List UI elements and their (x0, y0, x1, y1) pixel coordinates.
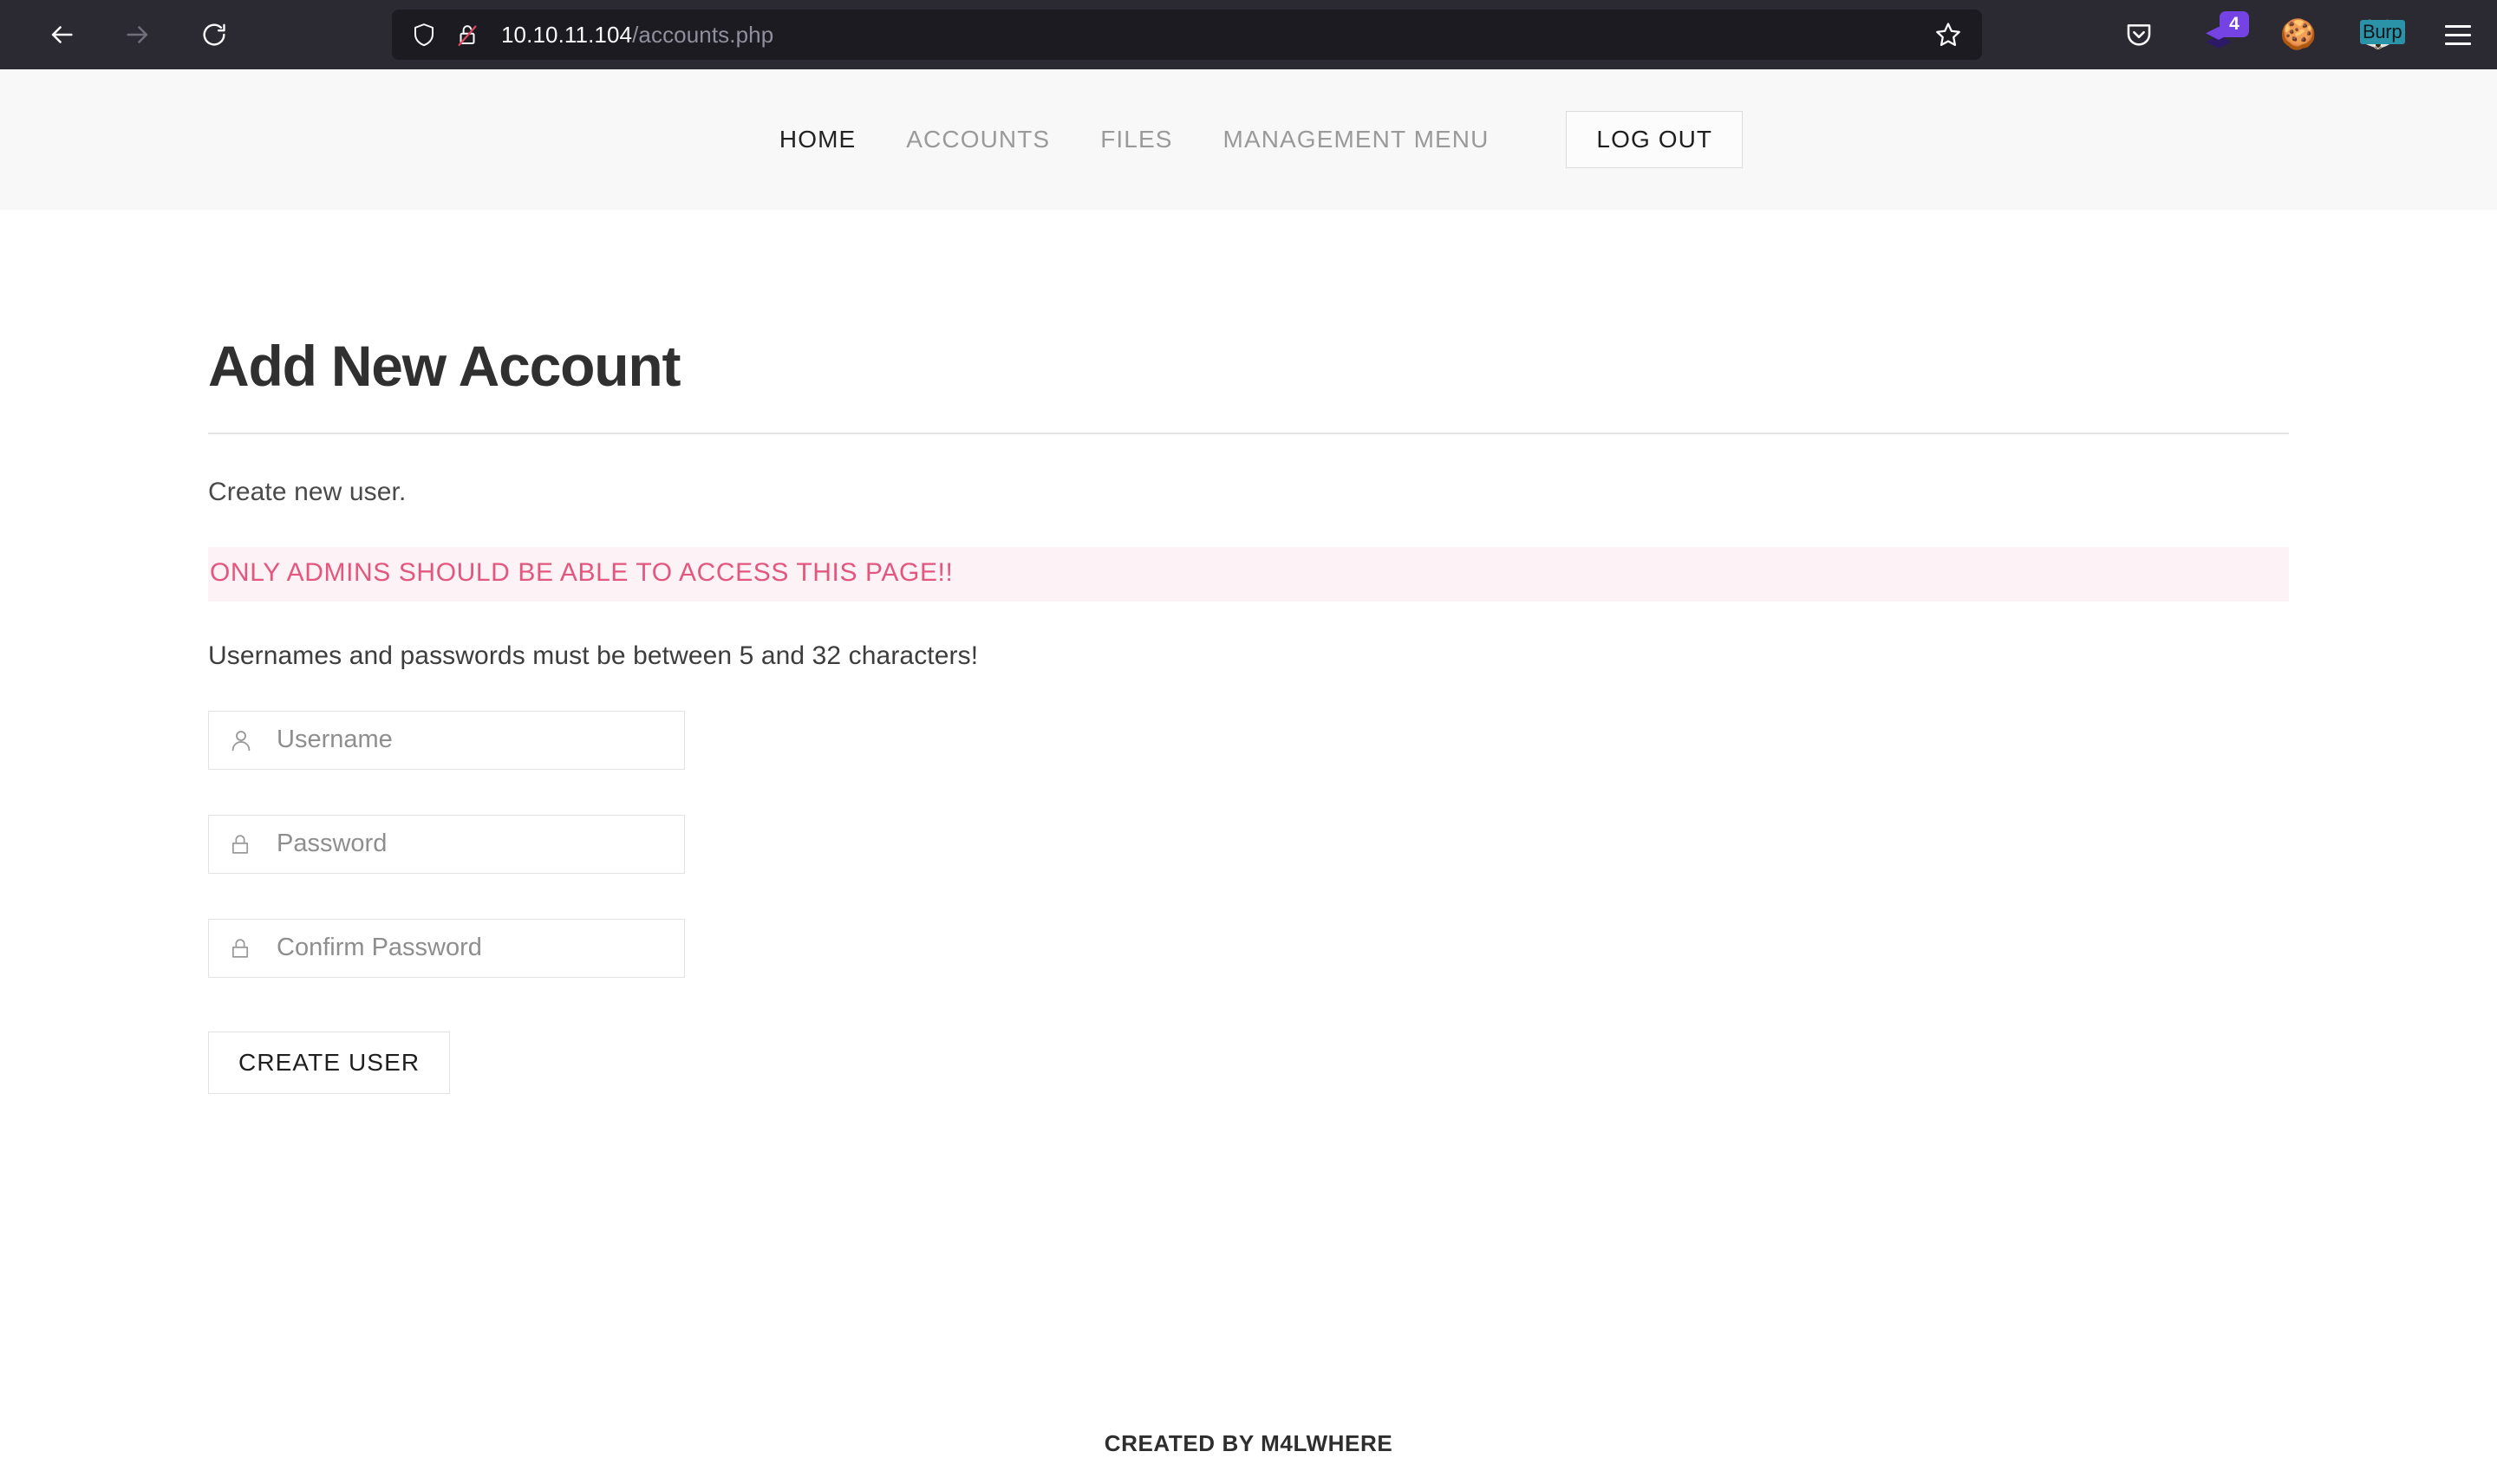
url-path: /accounts.php (632, 21, 774, 48)
broken-lock-icon[interactable] (454, 22, 480, 48)
burp-extension-icon[interactable]: 🦊 Burp (2358, 15, 2405, 55)
length-requirement-text: Usernames and passwords must be between … (208, 641, 979, 670)
reload-icon (203, 23, 225, 46)
star-icon (1936, 23, 1960, 47)
address-bar[interactable]: 10.10.11.104/accounts.php (392, 10, 1982, 60)
bookmark-button[interactable] (1928, 15, 1968, 55)
site-navigation: HOME ACCOUNTS FILES MANAGEMENT MENU LOG … (0, 69, 2497, 210)
url-host: 10.10.11.104 (501, 21, 633, 48)
cookie-glyph: 🍪 (2279, 18, 2318, 51)
cookie-extension-icon[interactable]: 🍪 (2279, 15, 2318, 55)
pocket-glyph (2127, 24, 2151, 46)
app-menu-button[interactable] (2438, 15, 2478, 55)
layers-extension-icon[interactable]: 4 (2199, 11, 2249, 55)
browser-nav-buttons (36, 10, 239, 60)
confirm-password-field-wrapper[interactable] (208, 918, 685, 978)
lead-text: Create new user. (208, 477, 407, 506)
nav-links: HOME ACCOUNTS FILES MANAGEMENT MENU (754, 126, 1515, 153)
create-account-form: CREATE USER (208, 710, 2289, 1094)
user-icon (228, 727, 263, 753)
page-footer: CREATED BY M4LWHERE (1104, 1430, 1393, 1456)
title-divider (208, 432, 2289, 434)
password-input[interactable] (277, 815, 658, 873)
reload-button[interactable] (189, 10, 239, 60)
password-field-wrapper[interactable] (208, 814, 685, 874)
create-user-button[interactable]: CREATE USER (208, 1031, 451, 1094)
admin-warning-banner: ONLY ADMINS SHOULD BE ABLE TO ACCESS THI… (208, 546, 2289, 602)
back-button[interactable] (36, 10, 87, 60)
forward-button[interactable] (113, 10, 163, 60)
hamburger-icon (2445, 24, 2471, 45)
page-body: HOME ACCOUNTS FILES MANAGEMENT MENU LOG … (0, 69, 2497, 1484)
burp-tooltip-label: Burp (2360, 20, 2405, 44)
lock-icon (228, 832, 263, 856)
nav-item-management-menu[interactable]: MANAGEMENT MENU (1198, 126, 1515, 153)
nav-item-home[interactable]: HOME (754, 126, 881, 153)
lock-glyph (231, 938, 249, 958)
username-input[interactable] (277, 711, 658, 769)
browser-extensions-area: 4 🍪 🦊 Burp (2119, 0, 2478, 69)
url-text[interactable]: 10.10.11.104/accounts.php (501, 22, 1928, 49)
lock-icon (228, 936, 263, 960)
page-title: Add New Account (208, 334, 681, 398)
browser-toolbar: 10.10.11.104/accounts.php 4 🍪 🦊 (0, 0, 2497, 69)
user-glyph (231, 730, 251, 751)
nav-item-accounts[interactable]: ACCOUNTS (881, 126, 1075, 153)
extension-badge-count: 4 (2220, 11, 2249, 37)
pocket-icon[interactable] (2119, 15, 2159, 55)
address-bar-icons (411, 22, 480, 48)
username-field-wrapper[interactable] (208, 710, 685, 770)
nav-item-files[interactable]: FILES (1075, 126, 1197, 153)
back-arrow-icon (51, 26, 73, 43)
main-content: Add New Account Create new user. ONLY AD… (208, 210, 2289, 1094)
forward-arrow-icon (127, 26, 148, 43)
shield-icon[interactable] (411, 22, 437, 48)
confirm-password-input[interactable] (277, 919, 658, 977)
lock-glyph (231, 834, 249, 854)
logout-button[interactable]: LOG OUT (1566, 111, 1744, 168)
